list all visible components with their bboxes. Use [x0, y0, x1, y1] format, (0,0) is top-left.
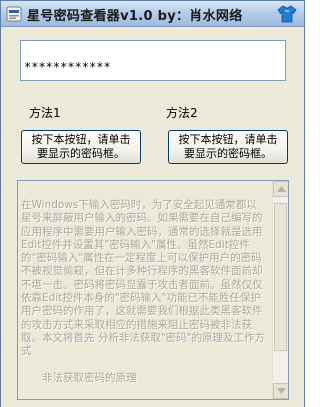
vertical-scrollbar[interactable]	[272, 181, 288, 399]
password-display-field[interactable]	[20, 40, 286, 81]
skin-shirt-icon[interactable]	[277, 4, 297, 24]
description-text: 在Windows下输入密码时，为了安全起见通常都以星号来屏蔽用户输入的密码。如果…	[21, 199, 265, 358]
app-window: 星号密码查看器v1.0 by：肖水网络 方法1 方法2 按下本按钮，请单击 要显…	[0, 0, 305, 407]
description-textarea[interactable]: 在Windows下输入密码时，为了安全起见通常都以星号来屏蔽用户输入的密码。如果…	[17, 180, 289, 400]
window-title: 星号密码查看器v1.0 by：肖水网络	[27, 9, 243, 24]
method-1-button[interactable]: 按下本按钮，请单击 要显示的密码框。	[21, 130, 141, 164]
scroll-down-arrow-icon[interactable]	[273, 383, 288, 399]
method-1-label: 方法1	[29, 106, 61, 120]
description-subheading: 非法获取密码的原理	[42, 372, 137, 384]
title-bar[interactable]: 星号密码查看器v1.0 by：肖水网络	[1, 1, 304, 27]
app-icon	[6, 6, 22, 22]
method-2-label: 方法2	[166, 106, 198, 120]
main-panel: 方法1 方法2 按下本按钮，请单击 要显示的密码框。 按下本按钮，请单击 要显示…	[1, 28, 304, 407]
scroll-thumb[interactable]	[274, 203, 287, 351]
method-2-button[interactable]: 按下本按钮，请单击 要显示的密码框。	[168, 130, 288, 164]
scroll-up-arrow-icon[interactable]	[273, 181, 288, 197]
